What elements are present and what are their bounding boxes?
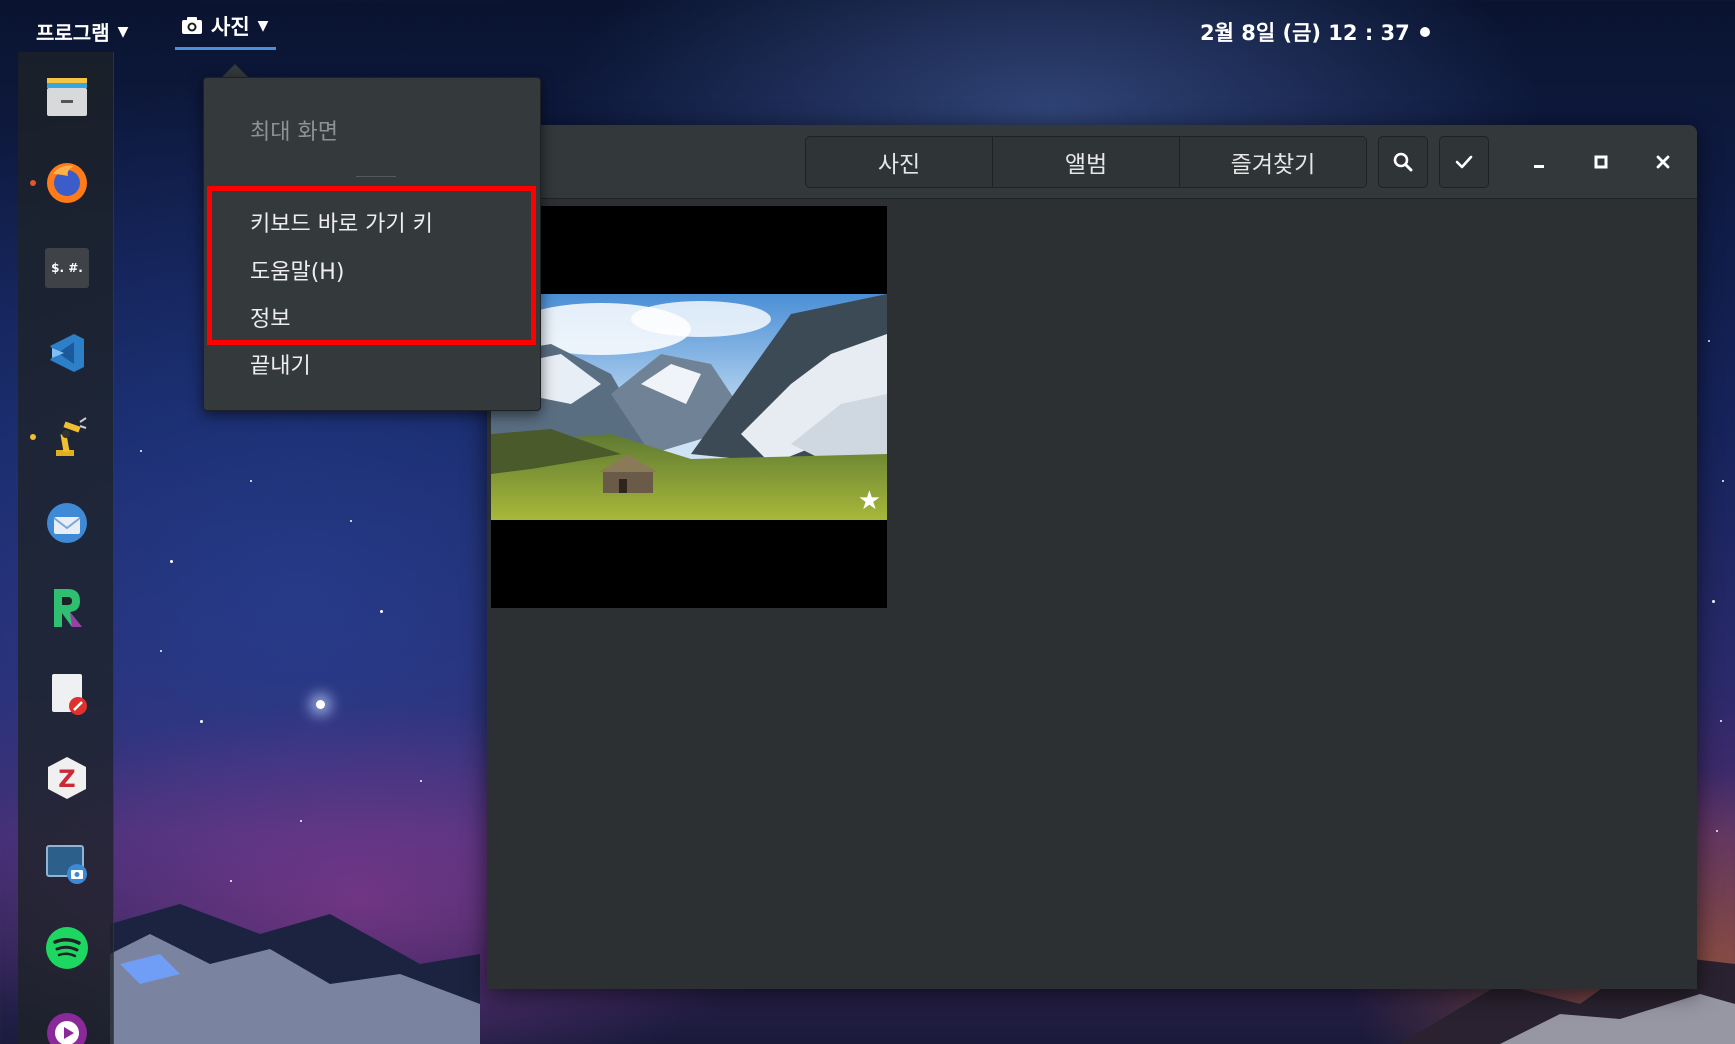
dock-item-rider[interactable]: [44, 585, 90, 631]
camera-icon: [182, 16, 202, 34]
photo-thumbnail[interactable]: ★: [491, 206, 887, 608]
activities-button[interactable]: 프로그램 ▼: [36, 17, 128, 46]
highlight-box: [207, 186, 536, 345]
dock-item-media-player[interactable]: [44, 1010, 90, 1044]
menu-item-quit[interactable]: 끝내기: [250, 348, 311, 380]
thunderbird-icon: [47, 503, 87, 543]
dock-item-firefox[interactable]: [30, 160, 90, 206]
rstudio-icon: [54, 589, 82, 627]
favorite-star-icon[interactable]: ★: [858, 486, 881, 516]
mountain-landscape-image: [491, 294, 887, 520]
svg-text:Z: Z: [58, 765, 75, 793]
caret-down-icon: ▼: [117, 23, 129, 40]
app-menu-label: 사진: [211, 14, 250, 39]
maximize-icon: [1594, 155, 1608, 169]
app-menu-button[interactable]: 사진 ▼: [175, 10, 277, 50]
popup-arrow: [221, 64, 249, 78]
dock-item-calculator[interactable]: $. #.: [44, 245, 90, 291]
search-icon: [1393, 152, 1413, 172]
checkmark-icon: [1455, 155, 1473, 169]
notification-dot-icon: [1419, 27, 1430, 37]
media-player-icon: [47, 1013, 87, 1044]
firefox-icon: [47, 163, 87, 203]
dock-item-screenshot[interactable]: [44, 840, 90, 886]
view-switcher: 사진 앨범 즐겨찾기: [805, 136, 1367, 188]
screenshot-icon: [46, 845, 87, 884]
dock-item-zotero[interactable]: Z: [44, 755, 90, 801]
tab-photos[interactable]: 사진: [806, 137, 993, 187]
search-button[interactable]: [1378, 136, 1428, 188]
top-bar: 프로그램 ▼ 사진 ▼ 2월 8일 (금) 12 : 37: [0, 0, 1735, 50]
tab-favorites[interactable]: 즐겨찾기: [1180, 137, 1366, 187]
vscode-icon: [50, 334, 84, 372]
files-icon: [47, 78, 87, 116]
text-editor-icon: [52, 674, 87, 715]
zotero-icon: Z: [48, 757, 86, 799]
clock-label: 2월 8일 (금) 12 : 37: [1200, 21, 1410, 45]
photo-image: ★: [491, 294, 887, 520]
menu-item-fullscreen: 최대 화면: [250, 120, 338, 145]
dock-item-spotify[interactable]: [44, 925, 90, 971]
tab-albums[interactable]: 앨범: [993, 137, 1180, 187]
close-icon: [1656, 155, 1670, 169]
dock-item-text-editor[interactable]: [44, 670, 90, 716]
dock-item-files[interactable]: [44, 74, 90, 120]
caret-down-icon: ▼: [257, 17, 269, 34]
header-bar: 사진 앨범 즐겨찾기: [487, 125, 1697, 199]
dock-item-vscode[interactable]: [44, 330, 90, 376]
robot-arm-icon: [56, 417, 87, 456]
calculator-icon: $. #.: [45, 248, 89, 288]
dock: $. #. Z: [18, 52, 114, 1044]
dock-item-robot[interactable]: [30, 414, 90, 460]
close-button[interactable]: [1646, 145, 1680, 179]
select-button[interactable]: [1439, 136, 1489, 188]
maximize-button[interactable]: [1584, 145, 1618, 179]
spotify-icon: [46, 927, 88, 969]
minimize-icon: [1534, 165, 1544, 168]
activities-label: 프로그램: [36, 21, 110, 45]
clock-button[interactable]: 2월 8일 (금) 12 : 37: [1200, 17, 1430, 47]
photos-window: 사진 앨범 즐겨찾기 ★: [487, 125, 1697, 989]
dock-item-thunderbird[interactable]: [44, 500, 90, 546]
menu-separator: [356, 176, 396, 177]
minimize-button[interactable]: [1522, 145, 1556, 179]
